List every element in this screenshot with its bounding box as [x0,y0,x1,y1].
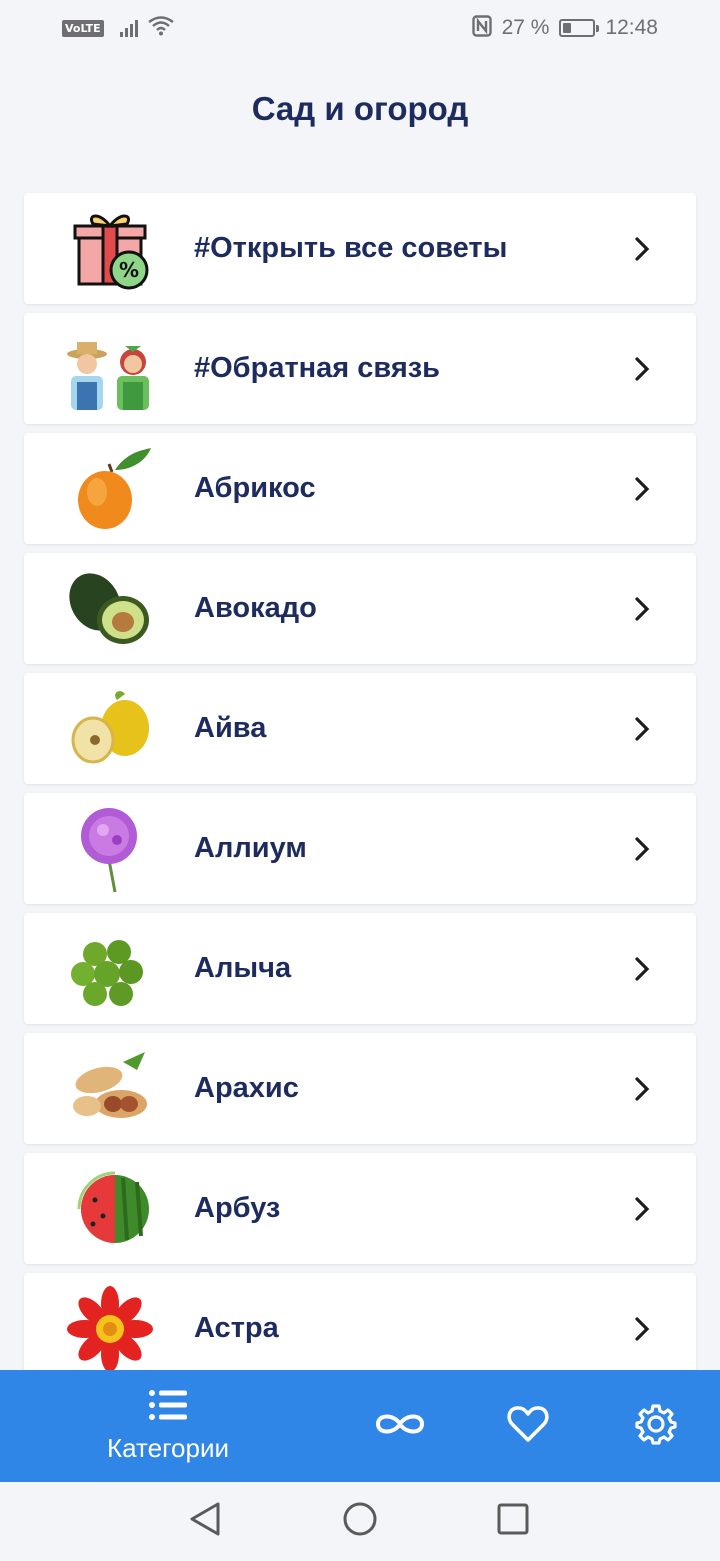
list-item[interactable]: Абрикос [24,433,696,544]
status-right: 27 % 12:48 [471,14,658,42]
list-item[interactable]: Алыча [24,913,696,1024]
list-item-label: #Обратная связь [194,352,441,384]
chevron-right-icon [622,709,662,749]
nav-settings[interactable] [634,1403,678,1450]
home-button[interactable] [341,1502,379,1540]
back-icon [188,1501,222,1542]
list-item-label: #Открыть все советы [194,232,508,264]
nfc-icon [471,14,492,42]
list-item[interactable]: % #Открыть все советы [24,193,696,304]
recents-icon [496,1502,530,1541]
status-bar: VoLTE 27 % 12:48 [0,0,720,56]
list-item-label: Арахис [194,1072,299,1104]
list-item[interactable]: Айва [24,673,696,784]
list-item[interactable]: Авокадо [24,553,696,664]
system-nav-bar [0,1482,720,1561]
battery-percent: 27 % [501,16,550,39]
watermelon-icon [62,1161,158,1257]
list-item[interactable]: Аллиум [24,793,696,904]
aster-icon [62,1281,158,1377]
gift-discount-icon: % [62,201,158,297]
apricot-icon [62,441,158,537]
nav-categories[interactable]: Категории [98,1388,238,1464]
bottom-nav: Категории [0,1370,720,1482]
gear-icon [635,1403,677,1450]
wifi-icon [147,15,174,41]
recents-button[interactable] [494,1502,532,1540]
chevron-right-icon [622,949,662,989]
chevron-right-icon [622,829,662,869]
nav-categories-label: Категории [107,1433,229,1463]
signal-icon [119,19,138,37]
nav-infinity[interactable] [372,1406,428,1446]
chevron-right-icon [622,469,662,509]
list-item-label: Алыча [194,952,292,984]
status-left: VoLTE [62,15,174,41]
list-item-label: Айва [194,712,267,744]
infinity-icon [374,1410,426,1443]
home-icon [342,1501,378,1542]
page-title: Сад и огород [251,90,469,127]
chevron-right-icon [622,1309,662,1349]
list-item-label: Абрикос [194,472,316,504]
avocado-icon [62,561,158,657]
allium-icon [62,801,158,897]
volte-icon: VoLTE [62,19,104,37]
list-item[interactable]: Астра [24,1273,696,1384]
back-button[interactable] [186,1502,224,1540]
list-item-label: Авокадо [194,592,317,624]
list-item[interactable]: Арбуз [24,1153,696,1264]
farmers-icon [62,321,158,417]
peanut-icon [62,1041,158,1137]
cherry-plum-icon [62,921,158,1017]
list-item[interactable]: Арахис [24,1033,696,1144]
list-item-label: Арбуз [194,1192,281,1224]
chevron-right-icon [622,1189,662,1229]
list-item-label: Аллиум [194,832,307,864]
list-item[interactable]: #Обратная связь [24,313,696,424]
chevron-right-icon [622,349,662,389]
category-list: % #Открыть все советы #Обратная связь Аб… [24,193,696,1384]
battery-fill [563,23,571,33]
battery-icon [559,19,600,37]
svg-text:%: % [119,258,139,282]
chevron-right-icon [622,229,662,269]
heart-icon [507,1405,549,1448]
clock: 12:48 [605,16,658,39]
chevron-right-icon [622,589,662,629]
quince-icon [62,681,158,777]
list-item-label: Астра [194,1312,279,1344]
chevron-right-icon [622,1069,662,1109]
nav-favorites[interactable] [506,1404,550,1448]
list-icon [148,1388,188,1427]
